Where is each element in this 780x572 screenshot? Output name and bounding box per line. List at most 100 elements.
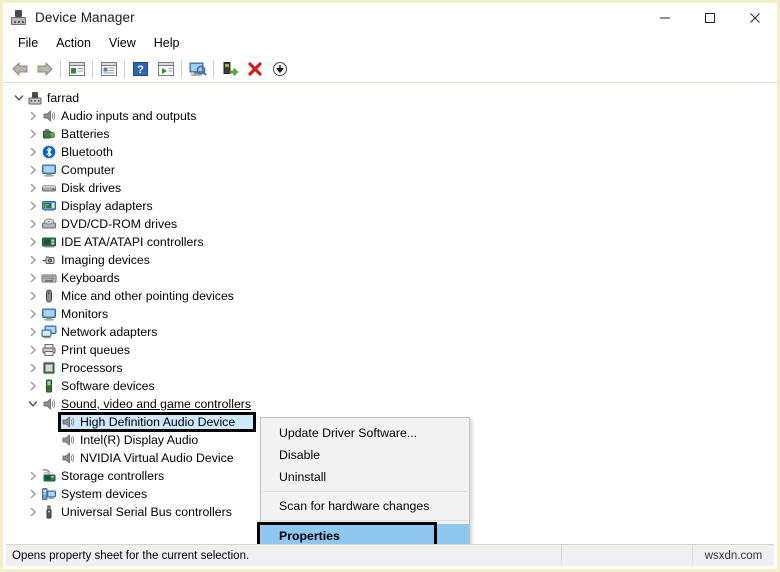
tree-item[interactable]: Computer bbox=[6, 161, 774, 179]
software-device-icon bbox=[40, 377, 57, 395]
chevron-none bbox=[44, 449, 59, 467]
chevron-right-icon[interactable] bbox=[25, 269, 40, 287]
watermark: wsxdn.com bbox=[704, 549, 763, 562]
camera-icon bbox=[40, 251, 57, 269]
chevron-right-icon[interactable] bbox=[25, 251, 40, 269]
close-button[interactable] bbox=[732, 3, 777, 32]
tree-item-label: Audio inputs and outputs bbox=[61, 109, 197, 123]
chevron-none bbox=[44, 413, 59, 431]
tree-item[interactable]: Keyboards bbox=[6, 269, 774, 287]
menu-view[interactable]: View bbox=[100, 33, 145, 54]
tree-item-label: Software devices bbox=[61, 379, 155, 393]
minimize-button[interactable] bbox=[642, 3, 687, 32]
tree-item-label: Display adapters bbox=[61, 199, 153, 213]
dvd-drive-icon bbox=[40, 215, 57, 233]
properties-window-icon[interactable] bbox=[96, 57, 121, 81]
tree-item-label: Batteries bbox=[61, 127, 110, 141]
chevron-right-icon[interactable] bbox=[25, 179, 40, 197]
tree-item[interactable]: DVD/CD-ROM drives bbox=[6, 215, 774, 233]
tree-item[interactable]: Network adapters bbox=[6, 323, 774, 341]
context-menu-separator bbox=[263, 491, 467, 492]
menu-help[interactable]: Help bbox=[145, 33, 189, 54]
system-device-icon bbox=[40, 485, 57, 503]
device-manager-icon bbox=[10, 9, 28, 27]
monitor-icon bbox=[40, 161, 57, 179]
tree-item-label: High Definition Audio Device bbox=[80, 415, 236, 429]
tree-item-label: Disk drives bbox=[61, 181, 122, 195]
toolbar-separator bbox=[124, 59, 125, 78]
chevron-right-icon[interactable] bbox=[25, 107, 40, 125]
console-tree-icon[interactable] bbox=[64, 57, 89, 81]
monitor-scan-icon[interactable] bbox=[185, 57, 210, 81]
mouse-icon bbox=[40, 287, 57, 305]
tree-item-label: Computer bbox=[61, 163, 115, 177]
context-menu-item-label: Scan for hardware changes bbox=[279, 499, 430, 513]
tree-item[interactable]: farrad bbox=[6, 89, 774, 107]
chevron-right-icon[interactable] bbox=[25, 503, 40, 521]
chevron-right-icon[interactable] bbox=[25, 197, 40, 215]
context-menu-item-label: Properties bbox=[279, 529, 340, 543]
tree-item[interactable]: Software devices bbox=[6, 377, 774, 395]
back-arrow-icon[interactable] bbox=[7, 57, 32, 81]
forward-arrow-icon[interactable] bbox=[32, 57, 57, 81]
chevron-right-icon[interactable] bbox=[25, 341, 40, 359]
tree-item-label: farrad bbox=[47, 91, 80, 105]
context-menu-item[interactable]: Disable bbox=[261, 444, 469, 466]
tree-item[interactable]: Bluetooth bbox=[6, 143, 774, 161]
speaker-icon bbox=[59, 413, 76, 431]
processor-icon bbox=[40, 359, 57, 377]
tree-item-label: Mice and other pointing devices bbox=[61, 289, 234, 303]
tree-item[interactable]: Monitors bbox=[6, 305, 774, 323]
context-menu-item[interactable]: Scan for hardware changes bbox=[261, 495, 469, 517]
menu-file[interactable]: File bbox=[9, 33, 47, 54]
tree-item[interactable]: Imaging devices bbox=[6, 251, 774, 269]
disk-drive-icon bbox=[40, 179, 57, 197]
red-x-icon[interactable] bbox=[242, 57, 267, 81]
menu-action[interactable]: Action bbox=[47, 33, 100, 54]
tree-item[interactable]: Processors bbox=[6, 359, 774, 377]
computer-node-icon bbox=[26, 89, 43, 107]
status-message: Opens property sheet for the current sel… bbox=[6, 545, 562, 566]
context-menu-item-label: Uninstall bbox=[279, 470, 327, 484]
chevron-right-icon[interactable] bbox=[25, 377, 40, 395]
chevron-right-icon[interactable] bbox=[25, 323, 40, 341]
chevron-right-icon[interactable] bbox=[25, 467, 40, 485]
chevron-down-icon[interactable] bbox=[11, 89, 26, 107]
chevron-right-icon[interactable] bbox=[25, 305, 40, 323]
chevron-right-icon[interactable] bbox=[25, 233, 40, 251]
tree-item-label: Keyboards bbox=[61, 271, 120, 285]
tree-item[interactable]: Audio inputs and outputs bbox=[6, 107, 774, 125]
play-window-icon[interactable] bbox=[153, 57, 178, 81]
toolbar-separator bbox=[60, 59, 61, 78]
context-menu-item[interactable]: Update Driver Software... bbox=[261, 422, 469, 444]
context-menu-separator bbox=[263, 520, 467, 521]
question-mark-icon[interactable]: ? bbox=[128, 57, 153, 81]
update-driver-icon[interactable] bbox=[217, 57, 242, 81]
toolbar-separator bbox=[92, 59, 93, 78]
down-arrow-circle-icon[interactable] bbox=[267, 57, 292, 81]
display-adapter-icon bbox=[40, 197, 57, 215]
tree-item[interactable]: Mice and other pointing devices bbox=[6, 287, 774, 305]
tree-item[interactable]: IDE ATA/ATAPI controllers bbox=[6, 233, 774, 251]
chevron-down-icon[interactable] bbox=[25, 395, 40, 413]
tree-item[interactable]: Disk drives bbox=[6, 179, 774, 197]
chevron-right-icon[interactable] bbox=[25, 215, 40, 233]
tree-item[interactable]: Display adapters bbox=[6, 197, 774, 215]
network-adapter-icon bbox=[40, 323, 57, 341]
chevron-right-icon[interactable] bbox=[25, 143, 40, 161]
tree-item[interactable]: Sound, video and game controllers bbox=[6, 395, 774, 413]
tree-item[interactable]: Print queues bbox=[6, 341, 774, 359]
chevron-right-icon[interactable] bbox=[25, 125, 40, 143]
chevron-right-icon[interactable] bbox=[25, 287, 40, 305]
context-menu[interactable]: Update Driver Software... Disable Uninstal… bbox=[257, 417, 470, 557]
context-menu-item[interactable]: Uninstall bbox=[261, 466, 469, 488]
tree-item[interactable]: Batteries bbox=[6, 125, 774, 143]
chevron-right-icon[interactable] bbox=[25, 161, 40, 179]
tree-item-label: Universal Serial Bus controllers bbox=[61, 505, 232, 519]
printer-icon bbox=[40, 341, 57, 359]
chevron-right-icon[interactable] bbox=[25, 485, 40, 503]
maximize-button[interactable] bbox=[687, 3, 732, 32]
device-manager-window: Device Manager File Action View Help ? f… bbox=[0, 0, 780, 572]
chevron-none bbox=[44, 431, 59, 449]
chevron-right-icon[interactable] bbox=[25, 359, 40, 377]
